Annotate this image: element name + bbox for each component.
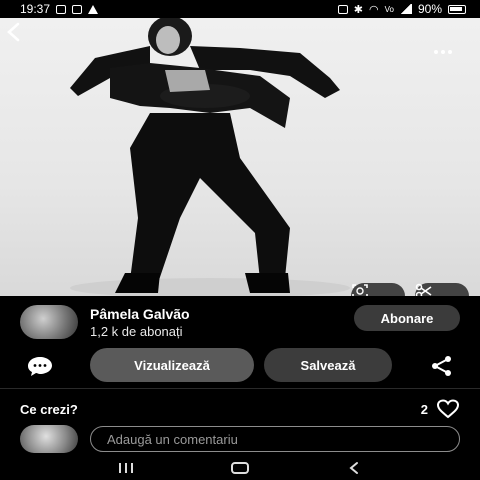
status-time: 19:37	[20, 2, 51, 16]
battery-icon	[448, 4, 466, 14]
status-left: 19:37	[20, 2, 99, 16]
creator-info[interactable]: Pâmela Galvão 1,2 k de abonați	[90, 306, 190, 339]
recent-apps-icon[interactable]	[119, 462, 133, 473]
save-button[interactable]: Salvează	[264, 348, 392, 382]
signal-icon	[399, 4, 412, 14]
comment-row	[20, 424, 460, 454]
back-arrow-icon[interactable]	[0, 18, 28, 46]
visual-search-button[interactable]	[351, 283, 405, 296]
comments-header: Ce crezi? 2	[20, 398, 460, 420]
likes: 2	[421, 399, 460, 419]
model-silhouette	[70, 18, 350, 296]
status-bar: 19:37 ✱ ◠ Vo 90%	[0, 0, 480, 18]
creator-avatar[interactable]	[20, 305, 78, 339]
nfc-icon	[337, 4, 348, 14]
creator-row: Pâmela Galvão 1,2 k de abonați Abonare	[0, 298, 480, 346]
creator-followers: 1,2 k de abonați	[90, 323, 183, 339]
warning-icon	[88, 4, 99, 14]
more-dots-icon[interactable]	[428, 40, 458, 64]
view-button[interactable]: Vizualizează	[90, 348, 254, 382]
system-nav-bar	[0, 455, 480, 480]
share-icon[interactable]	[430, 355, 454, 377]
volte-icon: Vo	[384, 4, 394, 14]
heart-icon[interactable]	[436, 399, 460, 419]
pin-image[interactable]	[0, 18, 480, 296]
comment-input[interactable]	[90, 426, 460, 452]
scissors-icon	[415, 283, 432, 296]
crop-button[interactable]	[415, 283, 469, 296]
home-icon[interactable]	[231, 461, 249, 474]
comments-title: Ce crezi?	[20, 401, 78, 417]
comment-bubble-icon[interactable]	[26, 355, 54, 377]
creator-name[interactable]: Pâmela Galvão	[90, 306, 190, 322]
visual-search-icon	[352, 284, 368, 296]
wifi-icon: ◠	[369, 3, 379, 16]
divider	[0, 388, 480, 389]
bluetooth-icon: ✱	[353, 3, 364, 16]
likes-count: 2	[420, 401, 428, 417]
battery-percent: 90%	[417, 2, 442, 16]
status-right: ✱ ◠ Vo 90%	[337, 2, 466, 16]
action-row: Vizualizează Salvează	[0, 346, 480, 386]
mail-icon	[72, 4, 83, 14]
gallery-icon	[56, 4, 67, 14]
user-avatar	[20, 425, 78, 453]
subscribe-button[interactable]: Abonare	[354, 305, 460, 331]
system-back-icon[interactable]	[347, 461, 361, 475]
